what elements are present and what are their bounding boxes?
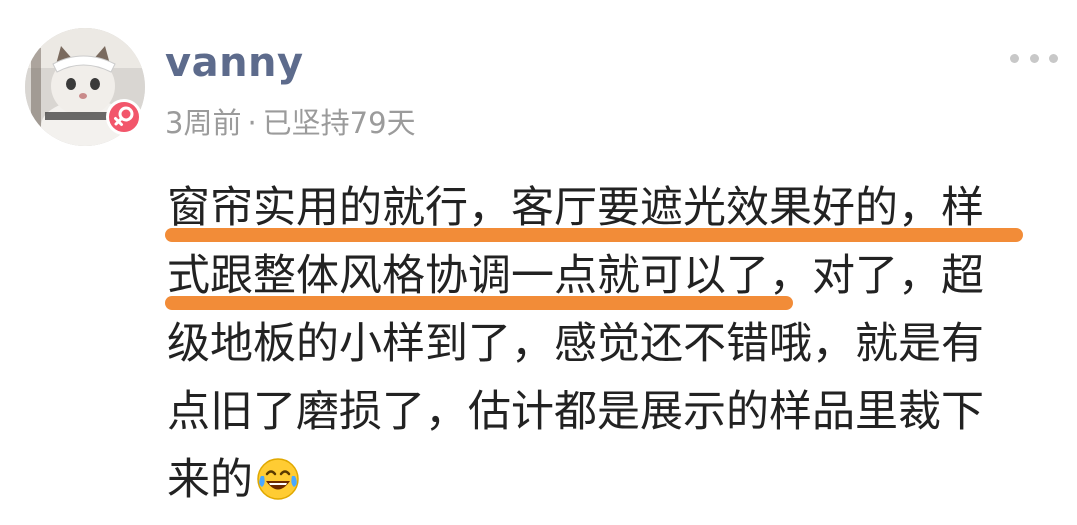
content-line-text: 来的 <box>167 455 253 505</box>
content-line: 来的 <box>167 449 1047 517</box>
post-meta: 3周前 · 已坚持79天 <box>165 104 416 142</box>
dot <box>1049 53 1058 63</box>
dot <box>1029 53 1039 63</box>
content-line: 级地板的小样到了，感觉还不错哦，就是有 <box>167 313 1047 381</box>
laughing-tears-emoji-icon <box>255 456 301 502</box>
content-line: 点旧了磨损了，估计都是展示的样品里裁下 <box>167 381 1047 449</box>
content-line: 式跟整体风格协调一点就可以了，对了，超 <box>165 245 1047 313</box>
meta-separator: · <box>247 106 257 140</box>
content-line-text: 窗帘实用的就行，客厅要遮光效果好的，样 <box>167 183 984 233</box>
content-line-text: 级地板的小样到了，感觉还不错哦，就是有 <box>167 319 984 369</box>
username[interactable]: vanny <box>165 38 304 88</box>
more-dots-icon[interactable] <box>1006 44 1062 72</box>
content-line-text: 点旧了磨损了，估计都是展示的样品里裁下 <box>167 387 984 437</box>
content-line-text: 式跟整体风格协调一点就可以了，对了，超 <box>167 251 984 301</box>
time-ago: 3周前 <box>165 106 242 140</box>
dot <box>1010 53 1019 63</box>
content-line: 窗帘实用的就行，客厅要遮光效果好的，样 <box>165 177 1047 245</box>
comment-body: 窗帘实用的就行，客厅要遮光效果好的，样 式跟整体风格协调一点就可以了，对了，超 … <box>165 177 1047 517</box>
streak-label: 已坚持79天 <box>262 106 416 140</box>
comment-card: vanny 3周前 · 已坚持79天 窗帘实用的就行，客厅要遮光效果好的，样 式跟整… <box>0 0 1077 525</box>
female-icon <box>106 99 142 135</box>
